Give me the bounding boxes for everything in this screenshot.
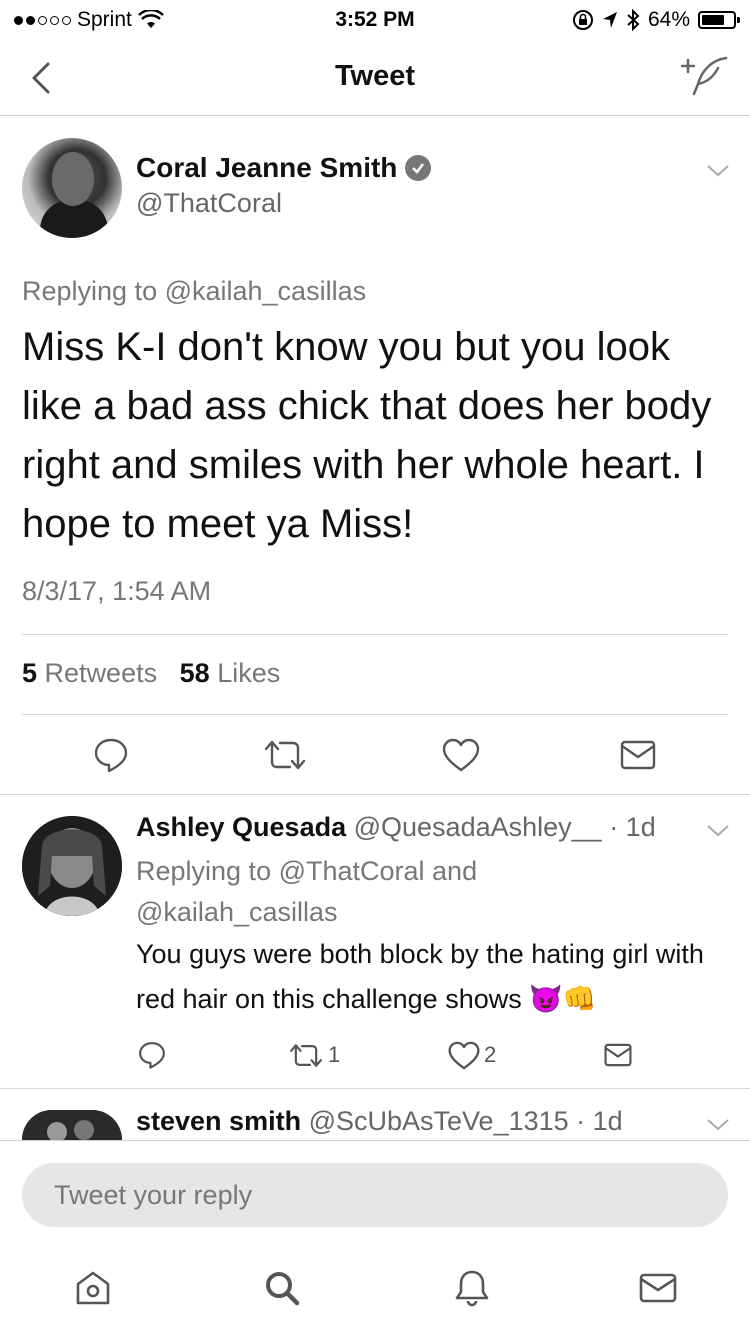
reply-like-count: 2: [484, 1042, 497, 1067]
reply-retweet-count: 1: [328, 1042, 341, 1067]
divider: [0, 1088, 750, 1089]
tab-bar: [0, 1240, 750, 1333]
direct-message-icon[interactable]: [604, 1043, 632, 1067]
rotation-lock-icon: [572, 10, 593, 30]
retweet-icon[interactable]: [262, 738, 308, 772]
tweet-stats[interactable]: 5 Retweets 58 Likes: [22, 658, 280, 689]
likes-label: Likes: [217, 658, 281, 688]
home-icon[interactable]: [73, 1268, 113, 1308]
reply-author-name: Ashley Quesada: [136, 812, 347, 842]
reply-avatar[interactable]: [22, 1110, 122, 1140]
reply-author[interactable]: steven smith @ScUbAsTeVe_1315 · 1d: [136, 1106, 623, 1137]
bluetooth-icon: [627, 9, 640, 31]
retweet-icon[interactable]: [288, 1042, 324, 1069]
direct-message-icon[interactable]: [620, 740, 656, 770]
replying-line-2: @kailah_casillas: [136, 897, 338, 927]
reply-avatar[interactable]: [22, 816, 122, 916]
reply-author-handle: @QuesadaAshley__: [353, 812, 602, 842]
reply-text: You guys were both block by the hating g…: [136, 939, 704, 1014]
likes-count: 58: [179, 658, 210, 688]
like-icon[interactable]: [448, 1041, 480, 1070]
status-right-group: 64%: [572, 8, 740, 32]
author-name[interactable]: Coral Jeanne Smith: [136, 152, 432, 184]
page-title: Tweet: [334, 60, 416, 92]
reply-icon[interactable]: [92, 736, 130, 774]
reply-replying-to[interactable]: Replying to @ThatCoral and @kailah_casil…: [136, 851, 477, 933]
navigation-bar: Tweet: [0, 40, 750, 116]
author-name-label: Coral Jeanne Smith: [136, 152, 398, 183]
chevron-down-icon[interactable]: [706, 164, 730, 178]
chevron-down-icon[interactable]: [706, 1118, 730, 1132]
notifications-icon[interactable]: [452, 1268, 492, 1308]
messages-icon[interactable]: [638, 1268, 678, 1308]
retweets-count: 5: [22, 658, 38, 688]
author-avatar[interactable]: [22, 138, 122, 238]
author-handle[interactable]: @ThatCoral: [136, 188, 282, 219]
battery-icon: [698, 11, 740, 29]
reply-icon[interactable]: [137, 1040, 167, 1070]
reply-author-handle: @ScUbAsTeVe_1315: [308, 1106, 569, 1136]
reply-age: · 1d: [609, 812, 656, 842]
divider: [22, 634, 728, 635]
status-bar: Sprint 3:52 PM 64%: [0, 0, 750, 40]
reply-author-name: steven smith: [136, 1106, 302, 1136]
divider: [0, 794, 750, 795]
reply-age: · 1d: [576, 1106, 623, 1136]
verified-badge-icon: [405, 155, 432, 181]
retweets-label: Retweets: [44, 658, 158, 688]
search-icon[interactable]: [262, 1268, 302, 1308]
reply-input[interactable]: [22, 1163, 728, 1227]
like-icon[interactable]: [442, 738, 480, 772]
reply-author[interactable]: Ashley Quesada @QuesadaAshley__ · 1d: [136, 812, 656, 843]
chevron-down-icon[interactable]: [706, 824, 730, 838]
reply-compose-bar: [0, 1140, 750, 1240]
replying-line-1: Replying to @ThatCoral and: [136, 856, 478, 886]
battery-percent: 64%: [647, 8, 690, 31]
compose-tweet-icon[interactable]: [678, 54, 730, 98]
divider: [22, 714, 728, 715]
location-icon: [602, 12, 617, 28]
tweet-timestamp: 8/3/17, 1:54 AM: [22, 576, 212, 606]
replying-to[interactable]: Replying to @kailah_casillas: [22, 276, 366, 307]
tweet-text: Miss K-I don't know you but you look lik…: [22, 325, 712, 546]
